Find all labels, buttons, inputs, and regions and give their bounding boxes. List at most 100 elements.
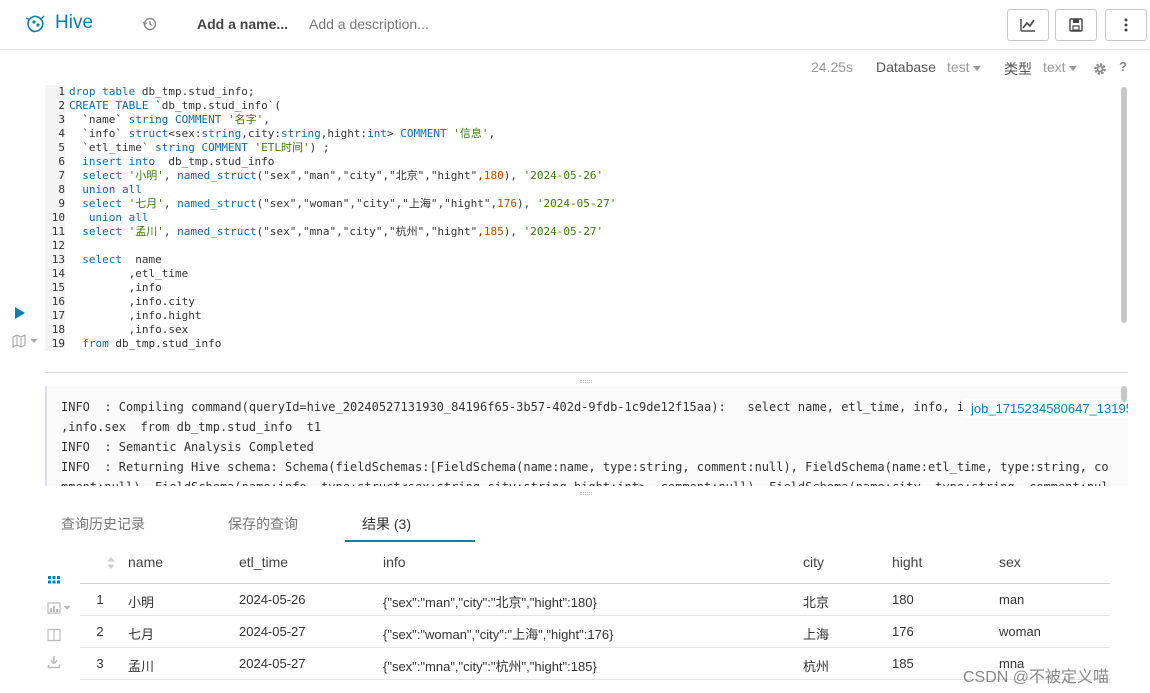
code-line[interactable]: 2 CREATE TABLE `db_tmp.stud_info`( [45, 99, 1120, 113]
cell-name: 小明 [128, 595, 155, 610]
cell-info: {"sex":"man","city":"北京","hight":180} [383, 595, 597, 610]
code-line[interactable]: 3 `name` string COMMENT '名字', [45, 113, 1120, 127]
columns-icon[interactable] [47, 628, 61, 642]
code-line[interactable]: 15 ,info [45, 281, 1120, 295]
log-line: mment:null), FieldSchema(name:info, type… [61, 477, 1109, 486]
code-line[interactable]: 8 union all [45, 183, 1120, 197]
more-options-button[interactable] [1105, 9, 1147, 41]
row-index: 3 [96, 656, 104, 671]
cell-city: 杭州 [803, 659, 830, 674]
column-header-sex[interactable]: sex [999, 554, 1021, 570]
save-button[interactable] [1055, 9, 1097, 41]
code-text: insert into db_tmp.stud_info [82, 155, 275, 168]
code-editor[interactable]: 1 drop table db_tmp.stud_info; 2 CREATE TAB… [45, 85, 1120, 351]
chart-button[interactable] [1007, 9, 1049, 41]
code-text: ,info.sex [69, 323, 189, 336]
line-number: 16 [45, 295, 65, 309]
query-name-input[interactable]: Add a name... [197, 16, 288, 32]
download-icon[interactable] [47, 655, 61, 669]
query-log: INFO : Compiling command(queryId=hive_20… [45, 386, 1128, 486]
code-text: select '孟川', named_struct("sex","mna","c… [82, 225, 604, 238]
column-header-city[interactable]: city [803, 554, 824, 570]
sort-icon[interactable] [107, 556, 115, 570]
app-name: Hive [55, 12, 94, 33]
cell-etl-time: 2024-05-27 [239, 624, 306, 639]
tab-saved-queries[interactable]: 保存的查询 [228, 514, 298, 534]
table-header: name etl_time info city hight sex [80, 545, 1110, 584]
line-number: 3 [45, 113, 65, 127]
code-line[interactable]: 11 select '孟川', named_struct("sex","mna"… [45, 225, 1120, 239]
cell-sex: woman [999, 624, 1041, 639]
code-line[interactable]: 7 select '小明', named_struct("sex","man",… [45, 169, 1120, 183]
code-line[interactable]: 13 select name [45, 253, 1120, 267]
line-number: 5 [45, 141, 65, 155]
column-header-hight[interactable]: hight [892, 554, 922, 570]
chevron-down-icon [1068, 65, 1077, 71]
query-description-input[interactable]: Add a description... [309, 16, 429, 32]
elapsed-time: 24.25s [811, 59, 854, 75]
line-number: 17 [45, 309, 65, 323]
table-row[interactable]: 1 小明 2024-05-26 {"sex":"man","city":"北京"… [80, 584, 1110, 616]
line-number: 1 [45, 85, 65, 99]
cell-hight: 176 [892, 624, 914, 639]
code-line[interactable]: 19 from db_tmp.stud_info [45, 337, 1120, 351]
history-icon[interactable] [142, 16, 158, 32]
code-line[interactable]: 9 select '七月', named_struct("sex","woman… [45, 197, 1120, 211]
log-line: INFO : Semantic Analysis Completed [61, 440, 314, 454]
code-line[interactable]: 10 union all [45, 211, 1120, 225]
code-line[interactable]: 6 insert into db_tmp.stud_info [45, 155, 1120, 169]
code-text: drop table db_tmp.stud_info; [69, 85, 255, 98]
column-header-info[interactable]: info [383, 554, 406, 570]
table-row[interactable]: 2 七月 2024-05-27 {"sex":"woman","city":"上… [80, 616, 1110, 648]
code-text: union all [88, 211, 149, 224]
cell-hight: 185 [892, 656, 914, 671]
map-icon[interactable] [12, 334, 40, 348]
job-link[interactable]: job_1715234580647_13195 [963, 399, 1128, 418]
resize-handle[interactable] [580, 492, 592, 495]
line-number: 2 [45, 99, 65, 113]
row-index: 2 [96, 624, 104, 639]
line-number: 10 [45, 211, 65, 225]
help-icon[interactable]: ? [1119, 59, 1127, 74]
code-line[interactable]: 1 drop table db_tmp.stud_info; [45, 85, 1120, 99]
bar-chart-icon[interactable] [47, 601, 75, 615]
log-scrollbar[interactable] [1121, 386, 1127, 402]
type-label: 类型 [1004, 61, 1032, 77]
database-label: Database [876, 59, 936, 75]
line-number: 12 [45, 239, 65, 253]
code-line[interactable]: 4 `info` struct<sex:string,city:string,h… [45, 127, 1120, 141]
database-value: test [947, 59, 970, 75]
code-line[interactable]: 5 `etl_time` string COMMENT 'ETL时间') ; [45, 141, 1120, 155]
code-text: CREATE TABLE `db_tmp.stud_info`( [69, 99, 281, 112]
code-line[interactable]: 17 ,info.hight [45, 309, 1120, 323]
more-vertical-icon [1124, 18, 1128, 32]
chevron-down-icon [972, 65, 981, 71]
line-number: 15 [45, 281, 65, 295]
code-line[interactable]: 18 ,info.sex [45, 323, 1120, 337]
code-text: union all [82, 183, 142, 196]
editor-scrollbar[interactable] [1121, 87, 1127, 323]
table-row[interactable]: 3 孟川 2024-05-27 {"sex":"mna","city":"杭州"… [80, 648, 1110, 680]
type-select[interactable]: text [1043, 59, 1077, 75]
code-text: ,info.city [69, 295, 195, 308]
tab-results[interactable]: 结果 (3) [362, 514, 411, 534]
code-line[interactable]: 14 ,etl_time [45, 267, 1120, 281]
play-icon[interactable] [15, 307, 25, 319]
cell-info: {"sex":"mna","city":"杭州","hight":185} [383, 659, 597, 674]
code-text: select '七月', named_struct("sex","woman",… [82, 197, 617, 210]
column-header-etl-time[interactable]: etl_time [239, 554, 288, 570]
row-index: 1 [96, 592, 104, 607]
column-header-name[interactable]: name [128, 554, 163, 570]
code-line[interactable]: 16 ,info.city [45, 295, 1120, 309]
chart-icon [1020, 19, 1035, 32]
grid-icon[interactable] [47, 574, 61, 588]
results-tabs: 查询历史记录 保存的查询 结果 (3) [45, 505, 1128, 543]
cell-hight: 180 [892, 592, 914, 607]
gear-icon[interactable] [1093, 62, 1107, 76]
log-line: ,info.sex from db_tmp.stud_info t1 [61, 420, 322, 434]
line-number: 14 [45, 267, 65, 281]
database-select[interactable]: test [947, 59, 981, 75]
tab-query-history[interactable]: 查询历史记录 [61, 514, 145, 534]
code-line[interactable]: 12 [45, 239, 1120, 253]
resize-handle[interactable] [580, 380, 592, 383]
